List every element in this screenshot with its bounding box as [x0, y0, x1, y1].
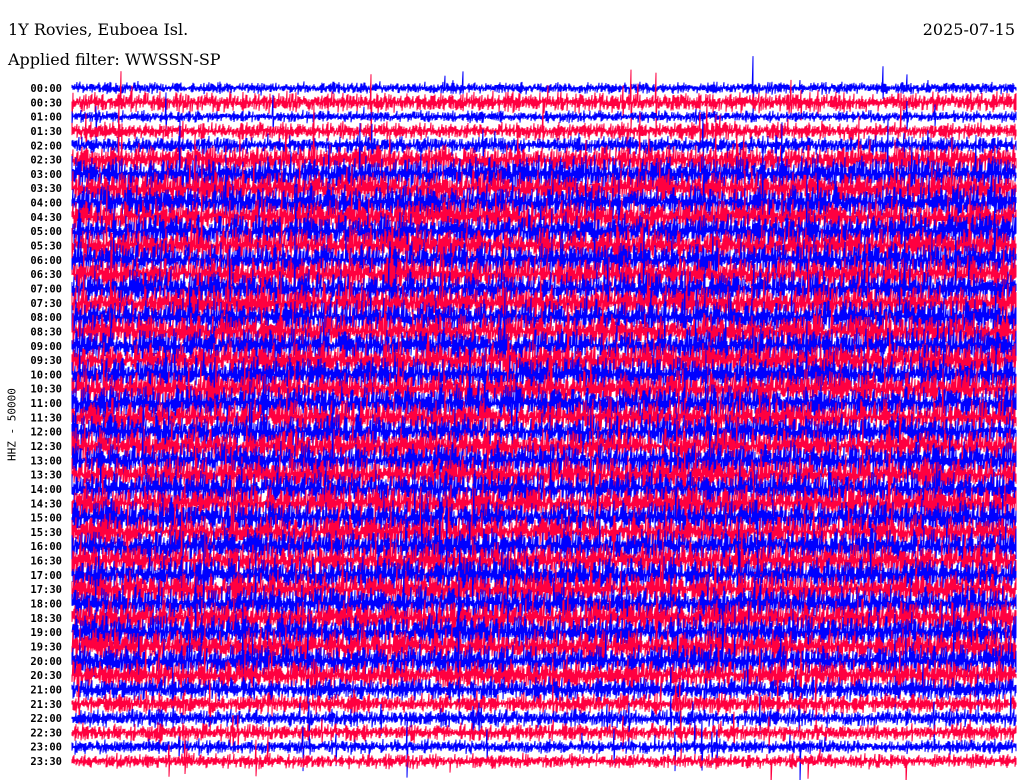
row-time-label: 20:00 [30, 656, 62, 668]
row-time-label: 04:30 [30, 212, 62, 224]
row-time-label: 18:30 [30, 613, 62, 625]
row-time-label: 06:00 [30, 255, 62, 267]
row-time-label: 18:00 [30, 599, 62, 611]
row-time-label: 05:00 [30, 226, 62, 238]
row-time-label: 11:00 [30, 398, 62, 410]
row-time-label: 22:30 [30, 727, 62, 739]
row-time-label: 23:00 [30, 742, 62, 754]
row-time-label: 10:00 [30, 369, 62, 381]
row-time-label: 00:30 [30, 97, 62, 109]
row-time-label: 08:30 [30, 326, 62, 338]
row-time-label: 19:00 [30, 627, 62, 639]
row-time-label: 16:00 [30, 541, 62, 553]
row-time-label: 19:30 [30, 641, 62, 653]
row-time-label: 09:30 [30, 355, 62, 367]
row-time-label: 07:30 [30, 298, 62, 310]
row-time-label: 14:30 [30, 498, 62, 510]
row-time-label: 07:00 [30, 283, 62, 295]
row-time-label: 22:00 [30, 713, 62, 725]
row-time-label: 12:30 [30, 441, 62, 453]
row-time-label: 03:30 [30, 183, 62, 195]
row-time-label: 15:30 [30, 527, 62, 539]
row-time-label: 02:30 [30, 155, 62, 167]
row-time-label: 13:00 [30, 455, 62, 467]
row-time-label: 05:30 [30, 241, 62, 253]
trace-2230 [71, 707, 1017, 763]
row-time-label: 15:00 [30, 513, 62, 525]
row-time-label: 01:30 [30, 126, 62, 138]
row-time-label: 08:00 [30, 312, 62, 324]
row-time-label: 11:30 [30, 412, 62, 424]
helicorder-plot: 00:00 00:30 01:00 01:30 02:00 02:30 03:00 03:30… [30, 56, 1017, 780]
trace-2330 [71, 734, 1017, 780]
row-time-label: 00:00 [30, 83, 62, 95]
row-time-label: 03:00 [30, 169, 62, 181]
row-time-label: 04:00 [30, 198, 62, 210]
row-time-label: 01:00 [30, 112, 62, 124]
row-time-label: 09:00 [30, 341, 62, 353]
row-time-label: 02:00 [30, 140, 62, 152]
row-time-label: 12:00 [30, 427, 62, 439]
row-time-label: 10:30 [30, 384, 62, 396]
row-time-label: 17:00 [30, 570, 62, 582]
row-time-label: 20:30 [30, 670, 62, 682]
row-time-label: 21:30 [30, 699, 62, 711]
row-time-label: 13:30 [30, 470, 62, 482]
row-time-label: 16:30 [30, 556, 62, 568]
row-time-label: 06:30 [30, 269, 62, 281]
row-time-label: 23:30 [30, 756, 62, 768]
row-time-label: 17:30 [30, 584, 62, 596]
row-time-label: 21:00 [30, 684, 62, 696]
row-time-label: 14:00 [30, 484, 62, 496]
